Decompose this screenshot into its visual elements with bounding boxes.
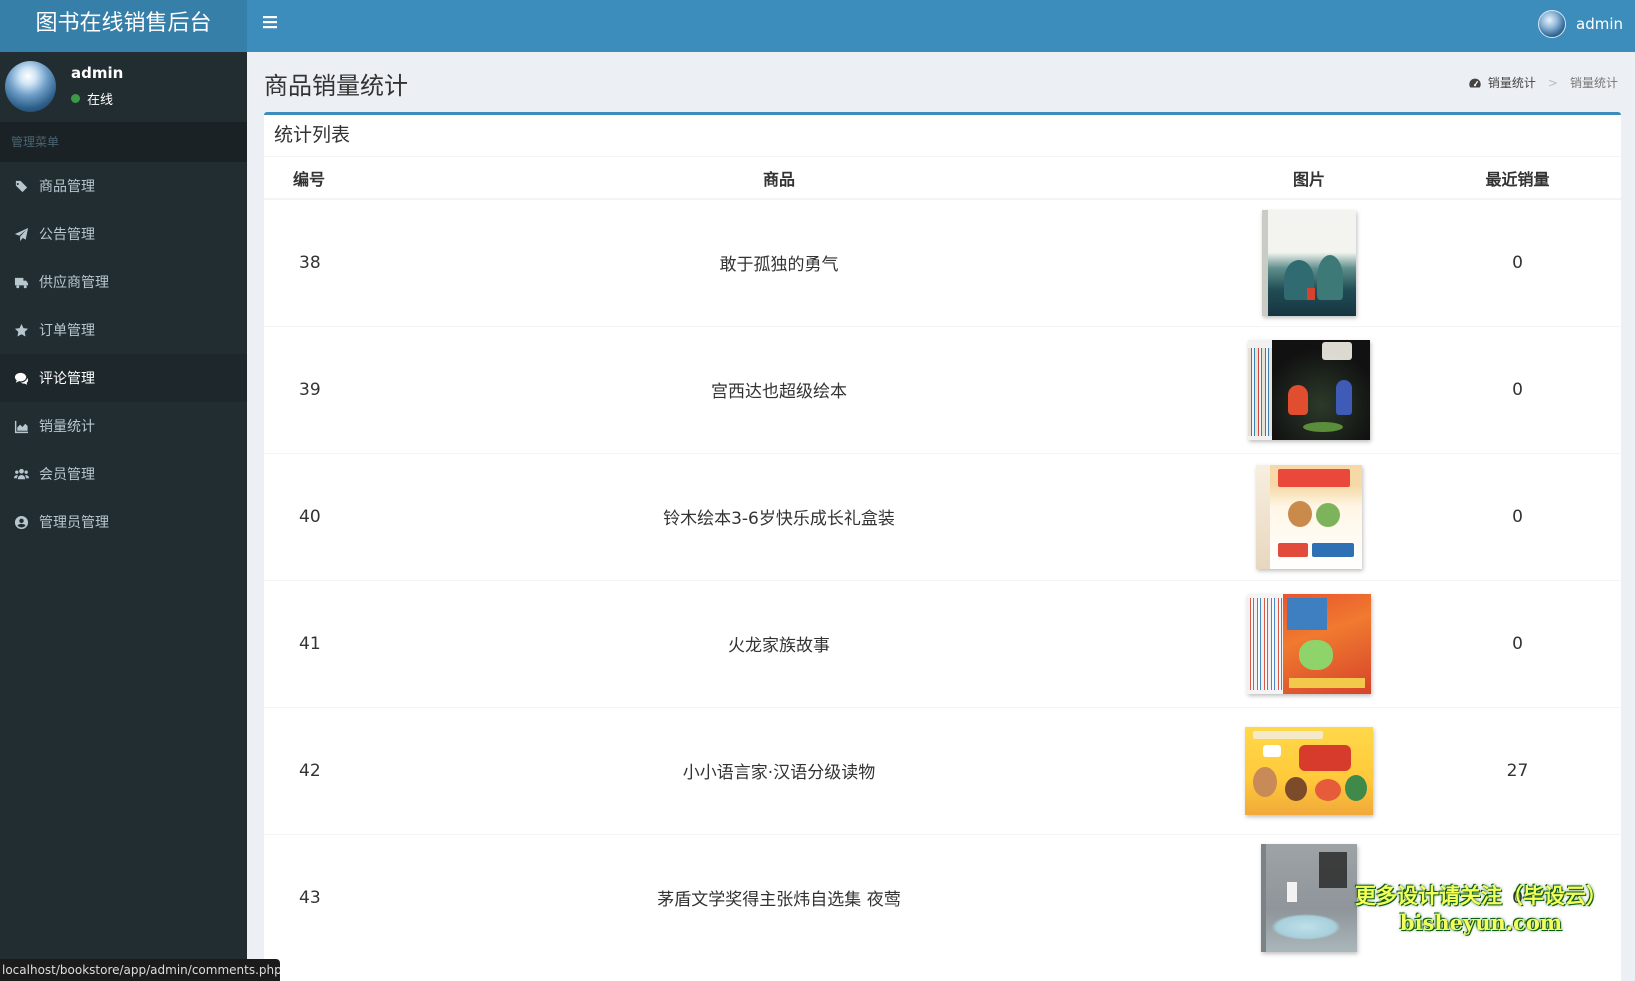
breadcrumb: 销量统计 > 销量统计 (1468, 74, 1618, 91)
column-header-image: 图片 (1204, 157, 1414, 200)
page-title: 商品销量统计 (264, 72, 408, 100)
bars-icon (263, 16, 277, 29)
table-row: 39 宫西达也超级绘本 0 (264, 325, 1621, 453)
cell-sales: 0 (1414, 198, 1621, 326)
menu-header: 管理菜单 (0, 122, 247, 162)
user-circle-icon (13, 514, 29, 530)
table-row: 40 铃木绘本3-6岁快乐成长礼盒装 0 (264, 452, 1621, 580)
cell-image (1204, 706, 1414, 834)
cell-product-name: 宫西达也超级绘本 (354, 325, 1204, 453)
app-logo[interactable]: 图书在线销售后台 (0, 0, 247, 52)
paper-plane-icon (13, 226, 29, 242)
avatar (1538, 10, 1566, 38)
cell-product-name: 小小语言家·汉语分级读物 (354, 706, 1204, 834)
sidebar-item-announcements[interactable]: 公告管理 (0, 210, 247, 258)
table-row: 42 小小语言家·汉语分级读物 27 (264, 706, 1621, 834)
sidebar-item-label: 供应商管理 (39, 275, 109, 291)
content-header: 商品销量统计 销量统计 > 销量统计 (247, 52, 1635, 110)
breadcrumb-current: 销量统计 (1569, 76, 1618, 90)
sidebar-item-products[interactable]: 商品管理 (0, 162, 247, 210)
cell-image (1204, 325, 1414, 453)
cell-id: 42 (264, 706, 354, 834)
star-icon (13, 322, 29, 338)
sidebar-item-label: 销量统计 (39, 419, 95, 435)
comments-icon (13, 370, 29, 386)
tags-icon (13, 178, 29, 194)
sidebar-item-sales-stats[interactable]: 销量统计 (0, 402, 247, 450)
online-status: 在线 (71, 89, 113, 108)
watermark-line1: 更多设计请关注（毕设云） (1355, 884, 1607, 908)
table-row: 38 敢于孤独的勇气 0 (264, 198, 1621, 326)
sidebar-item-admins[interactable]: 管理员管理 (0, 498, 247, 546)
book-cover-image[interactable] (1262, 209, 1356, 316)
cell-id: 40 (264, 452, 354, 580)
sidebar-item-label: 会员管理 (39, 467, 95, 483)
sidebar-item-orders[interactable]: 订单管理 (0, 306, 247, 354)
sidebar-toggle-button[interactable] (260, 10, 280, 34)
breadcrumb-link[interactable]: 销量统计 (1488, 74, 1536, 91)
breadcrumb-separator: > (1547, 75, 1558, 90)
user-panel: admin 在线 (0, 52, 247, 122)
watermark-line2: bisheyun.com (1399, 910, 1563, 935)
browser-status-bar: localhost/bookstore/app/admin/comments.p… (0, 959, 280, 981)
sidebar-item-label: 评论管理 (39, 371, 95, 387)
cell-id: 43 (264, 833, 354, 961)
sidebar-item-suppliers[interactable]: 供应商管理 (0, 258, 247, 306)
cell-id: 39 (264, 325, 354, 453)
table-row: 41 火龙家族故事 0 (264, 579, 1621, 707)
sidebar-item-label: 公告管理 (39, 227, 95, 243)
cell-product-name: 茅盾文学奖得主张炜自选集 夜莺 (354, 833, 1204, 961)
column-header-product: 商品 (354, 157, 1204, 200)
book-cover-image[interactable] (1256, 464, 1362, 569)
cell-sales: 27 (1414, 706, 1621, 834)
cell-id: 38 (264, 198, 354, 326)
user-panel-name: admin (71, 64, 124, 82)
cell-image (1204, 579, 1414, 707)
cell-sales: 0 (1414, 579, 1621, 707)
sidebar: admin 在线 管理菜单 商品管理 公告管理 供应商管理 订单管理 评论管理 (0, 52, 247, 981)
cell-image (1204, 198, 1414, 326)
book-cover-image[interactable] (1261, 843, 1357, 952)
dashboard-icon (1469, 78, 1481, 87)
sidebar-item-label: 管理员管理 (39, 515, 109, 531)
stats-box: 统计列表 编号 商品 图片 最近销量 38 敢于孤独的勇气 0 39 宫西达也超… (264, 112, 1621, 981)
status-dot-icon (71, 94, 80, 103)
top-navbar: 图书在线销售后台 admin (0, 0, 1635, 52)
sidebar-item-label: 订单管理 (39, 323, 95, 339)
status-text: 在线 (87, 93, 114, 108)
truck-icon (13, 274, 29, 290)
cell-product-name: 火龙家族故事 (354, 579, 1204, 707)
avatar (5, 61, 56, 112)
table-header-row: 编号 商品 图片 最近销量 (264, 157, 1621, 200)
book-cover-image[interactable] (1245, 726, 1373, 815)
cell-id: 41 (264, 579, 354, 707)
cell-product-name: 敢于孤独的勇气 (354, 198, 1204, 326)
box-title: 统计列表 (264, 115, 1621, 157)
column-header-sales: 最近销量 (1414, 157, 1621, 200)
sales-table: 编号 商品 图片 最近销量 38 敢于孤独的勇气 0 39 宫西达也超级绘本 0… (264, 157, 1621, 961)
book-cover-image[interactable] (1247, 593, 1371, 694)
column-header-id: 编号 (264, 157, 354, 200)
area-chart-icon (13, 418, 29, 434)
book-cover-image[interactable] (1248, 339, 1370, 440)
cell-image (1204, 452, 1414, 580)
sidebar-item-label: 商品管理 (39, 179, 95, 195)
user-menu[interactable]: admin (1538, 8, 1623, 40)
users-icon (13, 466, 29, 482)
cell-sales: 0 (1414, 452, 1621, 580)
user-name: admin (1576, 15, 1623, 33)
sidebar-item-comments[interactable]: 评论管理 (0, 354, 247, 402)
sidebar-item-members[interactable]: 会员管理 (0, 450, 247, 498)
watermark: 更多设计请关注（毕设云） bisheyun.com (1355, 880, 1607, 935)
cell-sales: 0 (1414, 325, 1621, 453)
cell-product-name: 铃木绘本3-6岁快乐成长礼盒装 (354, 452, 1204, 580)
sidebar-menu: 商品管理 公告管理 供应商管理 订单管理 评论管理 销量统计 会员管理 管理员管… (0, 162, 247, 546)
